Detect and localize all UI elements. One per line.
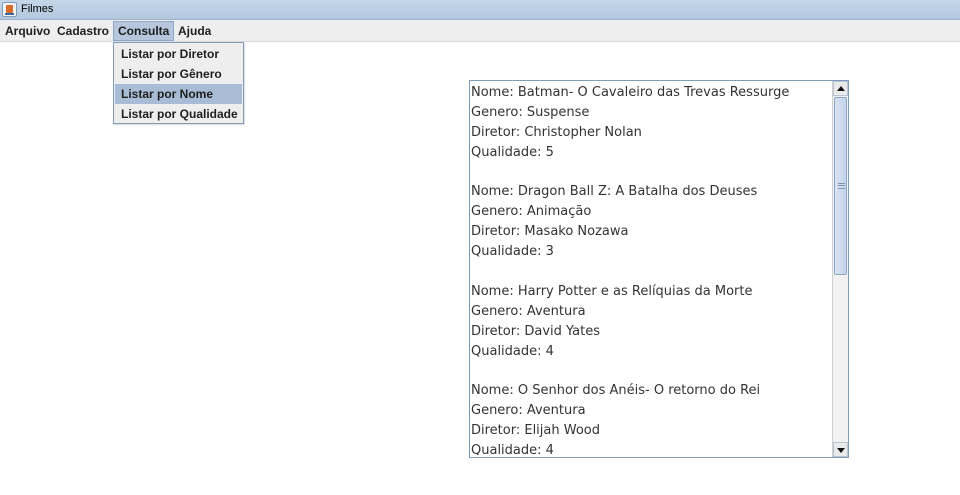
menu-item-listar-por-diretor[interactable]: Listar por Diretor bbox=[115, 44, 242, 64]
result-line: Nome: O Senhor dos Anéis- O retorno do R… bbox=[471, 383, 761, 399]
scroll-down-button[interactable] bbox=[833, 442, 848, 457]
scrollbar-thumb[interactable] bbox=[834, 97, 847, 275]
java-cup-icon bbox=[2, 2, 17, 17]
result-line: Genero: Aventura bbox=[471, 303, 586, 319]
results-text-area[interactable]: Nome: Batman- O Cavaleiro das Trevas Res… bbox=[471, 83, 831, 455]
result-line: Qualidade: 4 bbox=[471, 343, 554, 359]
consulta-dropdown-menu: Listar por Diretor Listar por Gênero Lis… bbox=[113, 42, 244, 124]
menu-item-listar-por-qualidade[interactable]: Listar por Qualidade bbox=[115, 104, 242, 124]
result-line: Genero: Animação bbox=[471, 204, 592, 220]
vertical-scrollbar[interactable] bbox=[832, 81, 848, 457]
result-line: Genero: Suspense bbox=[471, 104, 590, 120]
result-line: Nome: Dragon Ball Z: A Batalha dos Deuse… bbox=[471, 184, 758, 200]
result-line: Diretor: Christopher Nolan bbox=[471, 124, 642, 140]
result-line: Diretor: David Yates bbox=[471, 323, 601, 339]
result-line: Genero: Aventura bbox=[471, 403, 586, 419]
results-scroll-pane[interactable]: Nome: Batman- O Cavaleiro das Trevas Res… bbox=[469, 80, 849, 458]
scroll-up-button[interactable] bbox=[833, 81, 848, 96]
menu-consulta[interactable]: Consulta bbox=[113, 21, 175, 41]
menu-arquivo[interactable]: Arquivo bbox=[1, 21, 54, 41]
result-line: Nome: Batman- O Cavaleiro das Trevas Res… bbox=[471, 85, 790, 100]
menubar: Arquivo Cadastro Consulta Ajuda bbox=[0, 20, 960, 42]
window-titlebar: Filmes bbox=[0, 0, 960, 20]
result-line: Nome: Harry Potter e as Relíquias da Mor… bbox=[471, 283, 753, 299]
arrow-down-icon bbox=[837, 448, 845, 453]
menu-cadastro[interactable]: Cadastro bbox=[53, 21, 113, 41]
menu-ajuda[interactable]: Ajuda bbox=[174, 21, 215, 41]
result-line: Diretor: Elijah Wood bbox=[471, 423, 600, 439]
result-line: Qualidade: 3 bbox=[471, 244, 554, 260]
result-line: Qualidade: 4 bbox=[471, 443, 554, 455]
result-line: Qualidade: 5 bbox=[471, 144, 554, 160]
result-line: Diretor: Masako Nozawa bbox=[471, 224, 629, 240]
grip-icon bbox=[838, 183, 845, 189]
arrow-up-icon bbox=[837, 86, 845, 91]
menu-item-listar-por-nome[interactable]: Listar por Nome bbox=[115, 84, 242, 104]
window-title: Filmes bbox=[21, 3, 54, 15]
menu-item-listar-por-genero[interactable]: Listar por Gênero bbox=[115, 64, 242, 84]
